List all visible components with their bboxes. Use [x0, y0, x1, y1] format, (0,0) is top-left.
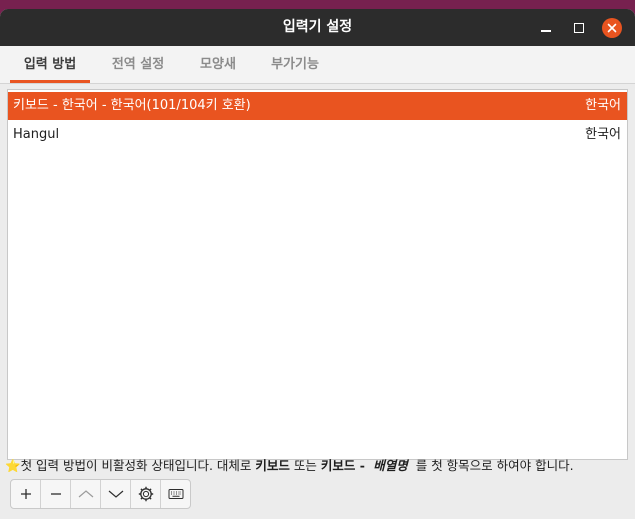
input-method-language: 한국어: [585, 98, 621, 113]
star-icon: ⭐: [5, 458, 21, 473]
keyboard-layout-icon: [168, 489, 183, 499]
tab-addons[interactable]: 부가기능: [260, 46, 330, 83]
list-item[interactable]: Hangul 한국어: [8, 121, 627, 149]
maximize-button[interactable]: [564, 9, 594, 46]
close-button[interactable]: [597, 9, 627, 46]
input-method-name: Hangul: [13, 127, 60, 142]
move-down-button[interactable]: [101, 480, 131, 508]
fcitx-config-window: 입력기 설정 입력 방법 전역 설정 모양새 부가기능 키보드 - 한국어 - …: [0, 9, 635, 519]
tab-appearance[interactable]: 모양새: [186, 46, 250, 83]
titlebar[interactable]: 입력기 설정: [0, 9, 635, 46]
move-up-icon: [78, 490, 93, 498]
configure-icon: [138, 486, 153, 502]
tab-input-method[interactable]: 입력 방법: [10, 46, 90, 83]
minimize-button[interactable]: [531, 9, 561, 46]
minimize-icon: [541, 29, 551, 32]
maximize-icon: [574, 22, 584, 33]
list-item[interactable]: 키보드 - 한국어 - 한국어(101/104키 호환) 한국어: [8, 92, 627, 120]
keyboard-layout-button[interactable]: [161, 480, 190, 508]
list-toolbar: [10, 479, 191, 509]
move-down-icon: [108, 490, 123, 498]
add-button[interactable]: [11, 480, 41, 508]
remove-button[interactable]: [41, 480, 71, 508]
input-method-language: 한국어: [585, 127, 621, 142]
tab-global-config[interactable]: 전역 설정: [100, 46, 176, 83]
input-method-name: 키보드 - 한국어 - 한국어(101/104키 호환): [13, 98, 251, 113]
input-method-list[interactable]: 키보드 - 한국어 - 한국어(101/104키 호환) 한국어 Hangul …: [7, 89, 628, 460]
remove-icon: [50, 493, 61, 495]
add-icon: [20, 489, 31, 499]
warning-message: ⭐첫 입력 방법이 비활성화 상태입니다. 대체로 키보드 또는 키보드 - 배…: [5, 458, 574, 473]
tab-bar: 입력 방법 전역 설정 모양새 부가기능: [0, 46, 635, 84]
configure-button[interactable]: [131, 480, 161, 508]
close-icon: [602, 17, 622, 38]
move-up-button[interactable]: [71, 480, 101, 508]
